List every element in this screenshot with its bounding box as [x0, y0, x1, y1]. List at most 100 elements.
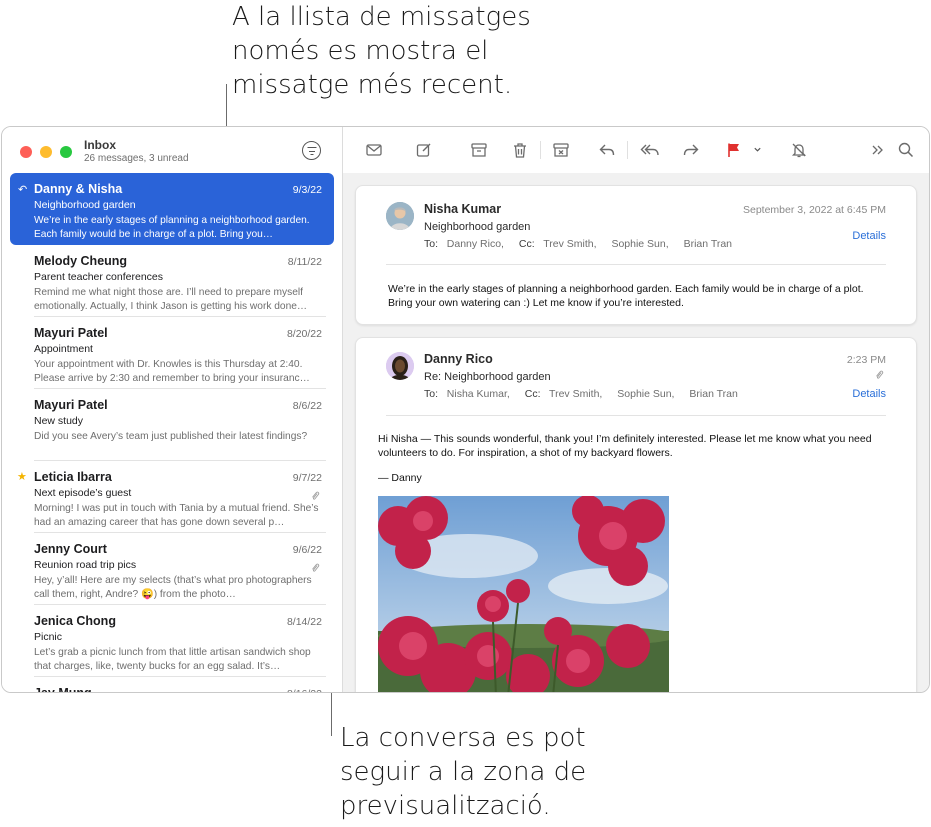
message-subject: Picnic: [34, 631, 63, 643]
body-line: Hi Nisha — This sounds wonderful, thank …: [378, 433, 872, 445]
paperclip-icon: [874, 369, 884, 384]
more-icon[interactable]: [866, 139, 888, 161]
cc-recipient[interactable]: Trev Smith,: [543, 238, 596, 250]
callout-message-list: A la llista de missatges només es mostra…: [232, 0, 592, 102]
details-link[interactable]: Details: [852, 388, 886, 400]
reply-all-icon[interactable]: [637, 139, 663, 161]
message-preview: Did you see Avery’s team just published …: [34, 431, 308, 442]
cc-recipient[interactable]: Sophie Sun,: [617, 388, 674, 400]
replied-icon: ↶: [18, 184, 28, 196]
message-preview: Remind me what night those are. I’ll nee…: [34, 287, 308, 312]
mailbox-subtitle: 26 messages, 3 unread: [84, 153, 189, 164]
zoom-button[interactable]: [60, 146, 72, 158]
flag-icon[interactable]: [723, 139, 745, 161]
message-row[interactable]: Jenny Court 9/6/22 Reunion road trip pics H…: [10, 533, 334, 605]
callout-line: seguir a la zona de: [340, 757, 587, 787]
email-body: Hi Nisha — This sounds wonderful, thank …: [378, 432, 888, 485]
email-subject: Neighborhood garden: [424, 221, 531, 233]
message-subject: Parent teacher conferences: [34, 271, 163, 283]
callout-line: només es mostra el: [232, 36, 489, 66]
callout-line: previsualització.: [340, 791, 551, 821]
to-recipient[interactable]: Danny Rico,: [447, 238, 504, 250]
filter-icon[interactable]: [302, 141, 321, 160]
to-recipient[interactable]: Nisha Kumar,: [447, 388, 510, 400]
cc-recipient[interactable]: Trev Smith,: [549, 388, 602, 400]
message-list: ↶ Danny & Nisha 9/3/22 Neighborhood garden W…: [2, 173, 342, 692]
message-row[interactable]: Mayuri Patel 8/20/22 Appointment Your appoi…: [10, 317, 334, 389]
email-date: 2:23 PM: [846, 354, 886, 366]
mailbox-title: Inbox: [84, 138, 116, 152]
message-preview: Let’s grab a picnic lunch from that litt…: [34, 647, 311, 672]
to-label: To:: [424, 388, 439, 400]
message-subject: New study: [34, 415, 84, 427]
message-sender: Leticia Ibarra: [34, 470, 112, 484]
cc-label: Cc:: [518, 238, 535, 250]
message-sender: Mayuri Patel: [34, 398, 108, 412]
toolbar: [343, 127, 929, 173]
message-date: 8/16/22: [287, 688, 322, 692]
cc-recipient[interactable]: Brian Tran: [689, 388, 737, 400]
email-sender: Nisha Kumar: [424, 202, 502, 216]
forward-icon[interactable]: [680, 139, 702, 161]
message-row[interactable]: ★ Leticia Ibarra 9/7/22 Next episode’s gues…: [10, 461, 334, 533]
message-preview: We’re in the early stages of planning a …: [34, 215, 310, 240]
email-card[interactable]: Danny Rico 2:23 PM Re: Neighborhood gard…: [355, 337, 917, 692]
body-line: Bring your own watering can :) Let me kn…: [388, 297, 684, 309]
message-sender: Mayuri Patel: [34, 326, 108, 340]
message-row[interactable]: Jenica Chong 8/14/22 Picnic Let’s grab a pi…: [10, 605, 334, 677]
message-preview: Your appointment with Dr. Knowles is thi…: [34, 359, 310, 384]
minimize-button[interactable]: [40, 146, 52, 158]
message-list-pane: Inbox 26 messages, 3 unread ↶ Danny & Nis…: [2, 127, 343, 692]
message-preview: Morning! I was put in touch with Tania b…: [34, 503, 319, 528]
message-row[interactable]: Jay Mung 8/16/22: [10, 677, 334, 692]
cc-recipient[interactable]: Sophie Sun,: [611, 238, 668, 250]
body-line: volunteers to do. For inspiration, a sho…: [378, 447, 673, 459]
trash-icon[interactable]: [509, 139, 531, 161]
email-recipients: To: Nisha Kumar, Cc: Trev Smith, Sophie …: [424, 388, 750, 400]
message-subject: Next episode’s guest: [34, 487, 132, 499]
reply-icon[interactable]: [596, 139, 618, 161]
close-button[interactable]: [20, 146, 32, 158]
flower-photo[interactable]: [378, 496, 669, 692]
window-controls: [20, 146, 72, 158]
search-icon[interactable]: [895, 139, 917, 161]
callout-preview-pane: La conversa es pot seguir a la zona de p…: [340, 721, 640, 823]
to-label: To:: [424, 238, 439, 250]
message-subject: Neighborhood garden: [34, 199, 136, 211]
preview-pane: Nisha Kumar September 3, 2022 at 6:45 PM…: [343, 173, 929, 692]
email-card[interactable]: Nisha Kumar September 3, 2022 at 6:45 PM…: [355, 185, 917, 325]
message-sender: Melody Cheung: [34, 254, 128, 268]
avatar: [386, 352, 414, 380]
message-row[interactable]: ↶ Danny & Nisha 9/3/22 Neighborhood garden W…: [10, 173, 334, 245]
chevron-down-icon[interactable]: [750, 139, 764, 161]
callout-line: A la llista de missatges: [232, 2, 531, 32]
message-date: 9/6/22: [292, 544, 322, 556]
message-sender: Jenica Chong: [34, 614, 116, 628]
message-date: 9/7/22: [292, 472, 322, 484]
message-preview: Hey, y’all! Here are my selects (that’s …: [34, 575, 312, 600]
toolbar-divider: [627, 141, 628, 159]
message-subject: Appointment: [34, 343, 93, 355]
avatar: [386, 202, 414, 230]
message-row[interactable]: Melody Cheung 8/11/22 Parent teacher confe…: [10, 245, 334, 317]
message-date: 8/20/22: [286, 328, 322, 340]
compose-icon[interactable]: [413, 139, 435, 161]
body-signoff: — Danny: [378, 472, 422, 484]
cc-recipient[interactable]: Brian Tran: [684, 238, 732, 250]
archive-icon[interactable]: [468, 139, 490, 161]
email-body: We’re in the early stages of planning a …: [388, 282, 888, 310]
email-subject: Re: Neighborhood garden: [424, 371, 551, 383]
mute-icon[interactable]: [788, 139, 810, 161]
toolbar-divider: [540, 141, 541, 159]
message-sender: Jay Mung: [34, 686, 92, 692]
message-sender: Jenny Court: [34, 542, 107, 556]
message-date: 8/6/22: [292, 400, 322, 412]
star-icon: ★: [17, 471, 27, 483]
junk-icon[interactable]: [550, 139, 572, 161]
message-row[interactable]: Mayuri Patel 8/6/22 New study Did you see A…: [10, 389, 334, 461]
details-link[interactable]: Details: [852, 230, 886, 242]
mail-window: Inbox 26 messages, 3 unread ↶ Danny & Nis…: [1, 126, 930, 693]
message-date: 8/14/22: [286, 616, 322, 628]
message-sender: Danny & Nisha: [34, 182, 123, 196]
envelope-icon[interactable]: [363, 139, 385, 161]
